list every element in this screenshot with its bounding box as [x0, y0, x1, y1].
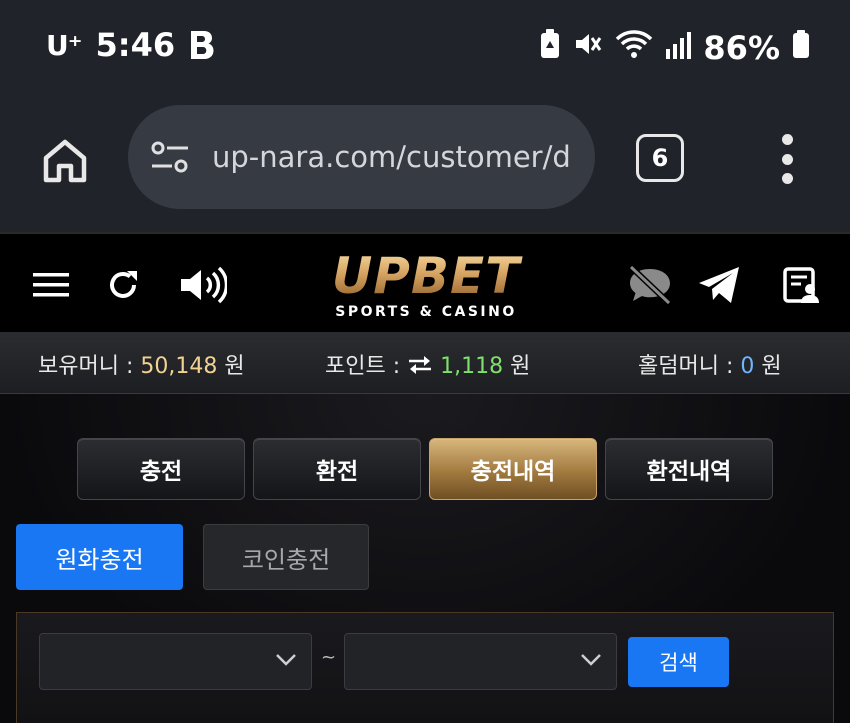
clock: 5:46: [95, 26, 176, 64]
sound-icon[interactable]: [176, 262, 228, 308]
home-icon: [43, 139, 87, 183]
mute-icon: [573, 29, 603, 67]
logo-main-text: UPBET: [312, 250, 540, 302]
chat-off-icon[interactable]: [624, 262, 676, 308]
start-date-select[interactable]: [39, 633, 312, 690]
tab-withdraw-history[interactable]: 환전내역: [605, 438, 773, 500]
telegram-icon[interactable]: [696, 262, 742, 308]
tab-deposit-history[interactable]: 충전내역: [429, 438, 597, 500]
status-right: 86%: [539, 28, 810, 68]
subtab-coin-deposit[interactable]: 코인충전: [203, 524, 369, 590]
url-text[interactable]: up-nara.com/customer/d: [212, 140, 574, 174]
point-label: 포인트 :: [325, 354, 401, 379]
customer-profile-icon[interactable]: [778, 262, 824, 308]
tab-deposit[interactable]: 충전: [77, 438, 245, 500]
site-logo[interactable]: UPBET SPORTS & CASINO: [312, 250, 540, 326]
chevron-down-icon: [276, 654, 296, 666]
holdem-label: 홀덤머니 :: [638, 354, 734, 379]
carrier-label: U⁺: [46, 28, 83, 62]
battery-saver-icon: [539, 28, 561, 68]
tab-switcher-button[interactable]: 6: [636, 134, 684, 182]
status-left: U⁺ 5:46: [46, 26, 215, 64]
site-settings-icon[interactable]: [150, 139, 190, 175]
point-unit: 원: [510, 354, 531, 379]
search-button[interactable]: 검색: [628, 637, 729, 687]
money-value: 50,148: [140, 354, 218, 379]
refresh-icon[interactable]: [100, 262, 146, 308]
wifi-icon: [615, 29, 653, 67]
site-header: UPBET SPORTS & CASINO: [0, 232, 850, 332]
money-balance: 보유머니 : 50,148 원: [38, 348, 245, 380]
holdem-unit: 원: [761, 354, 782, 379]
hamburger-menu-icon[interactable]: [28, 262, 74, 308]
subtab-krw-deposit[interactable]: 원화충전: [16, 524, 183, 590]
point-balance: 포인트 : 1,118 원: [325, 348, 530, 380]
home-button[interactable]: [40, 136, 90, 186]
signal-icon: [665, 29, 692, 67]
balance-bar: 보유머니 : 50,148 원 포인트 : 1,118 원 홀덤머니 : 0 원: [0, 332, 850, 394]
holdem-balance: 홀덤머니 : 0 원: [638, 348, 782, 380]
chevron-down-icon: [581, 654, 601, 666]
main-content: 충전 환전 충전내역 환전내역 원화충전 코인충전 ~ 검색: [0, 394, 850, 723]
battery-percent: 86%: [703, 29, 780, 67]
address-bar[interactable]: up-nara.com/customer/d: [128, 105, 595, 209]
search-panel: ~ 검색: [16, 612, 834, 723]
end-date-select[interactable]: [344, 633, 617, 690]
money-label: 보유머니 :: [38, 354, 134, 379]
logo-sub-text: SPORTS & CASINO: [335, 304, 517, 320]
money-unit: 원: [224, 354, 245, 379]
holdem-value: 0: [740, 354, 755, 379]
screen: U⁺ 5:46 86% up-nara.com/customer/d 6 UPB…: [0, 0, 850, 723]
point-value: 1,118: [440, 354, 504, 379]
more-menu-icon[interactable]: [774, 134, 800, 184]
exchange-arrows-icon[interactable]: [407, 354, 440, 379]
range-separator: ~: [321, 647, 337, 668]
b-app-icon: [189, 28, 215, 62]
tab-withdraw[interactable]: 환전: [253, 438, 421, 500]
status-bar: U⁺ 5:46 86%: [0, 0, 850, 100]
browser-toolbar: up-nara.com/customer/d 6: [0, 100, 850, 232]
battery-icon: [792, 29, 810, 67]
